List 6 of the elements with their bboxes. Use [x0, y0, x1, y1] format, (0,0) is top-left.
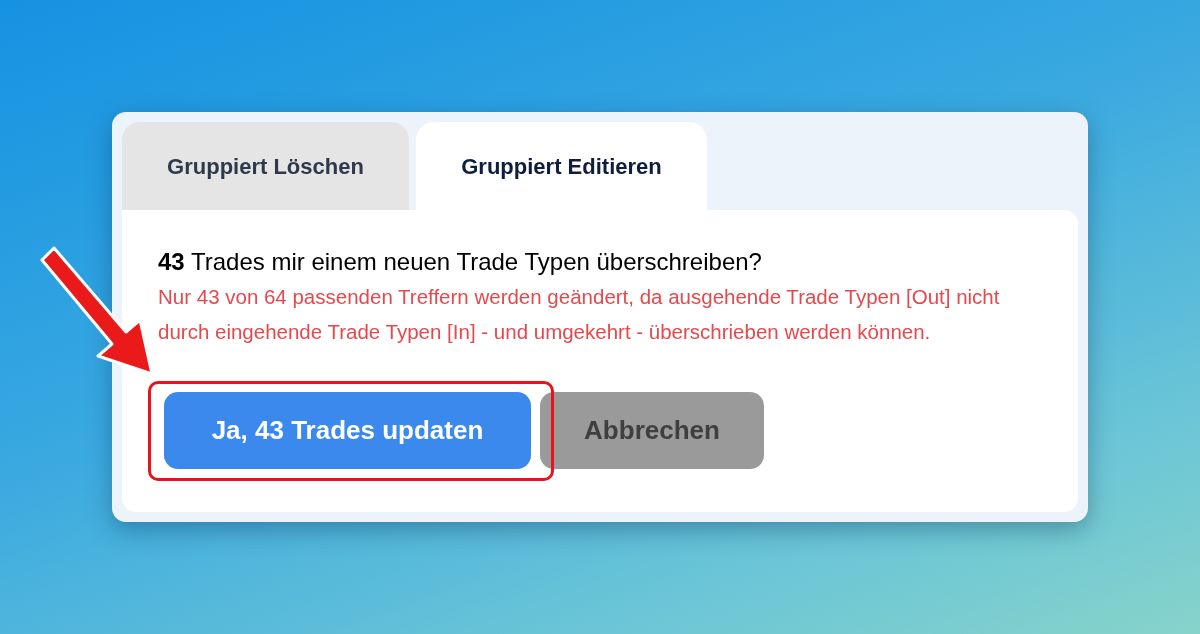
confirm-button[interactable]: Ja, 43 Trades updaten [164, 392, 531, 469]
tab[interactable]: Gruppiert Löschen [122, 122, 409, 210]
tab[interactable]: Gruppiert Editieren [416, 122, 707, 210]
cancel-button[interactable]: Abbrechen [540, 392, 764, 469]
warning-text: Nur 43 von 64 passenden Treffern werden geändert, da ausgehende Trade Typen [Out] nicht durch eingehende Trade Typen [In] - und umgekehrt - überschrieben werden können. [158, 284, 1001, 345]
question-text: 43 Trades mir einem neuen Trade Typen überschreiben? [158, 247, 763, 277]
